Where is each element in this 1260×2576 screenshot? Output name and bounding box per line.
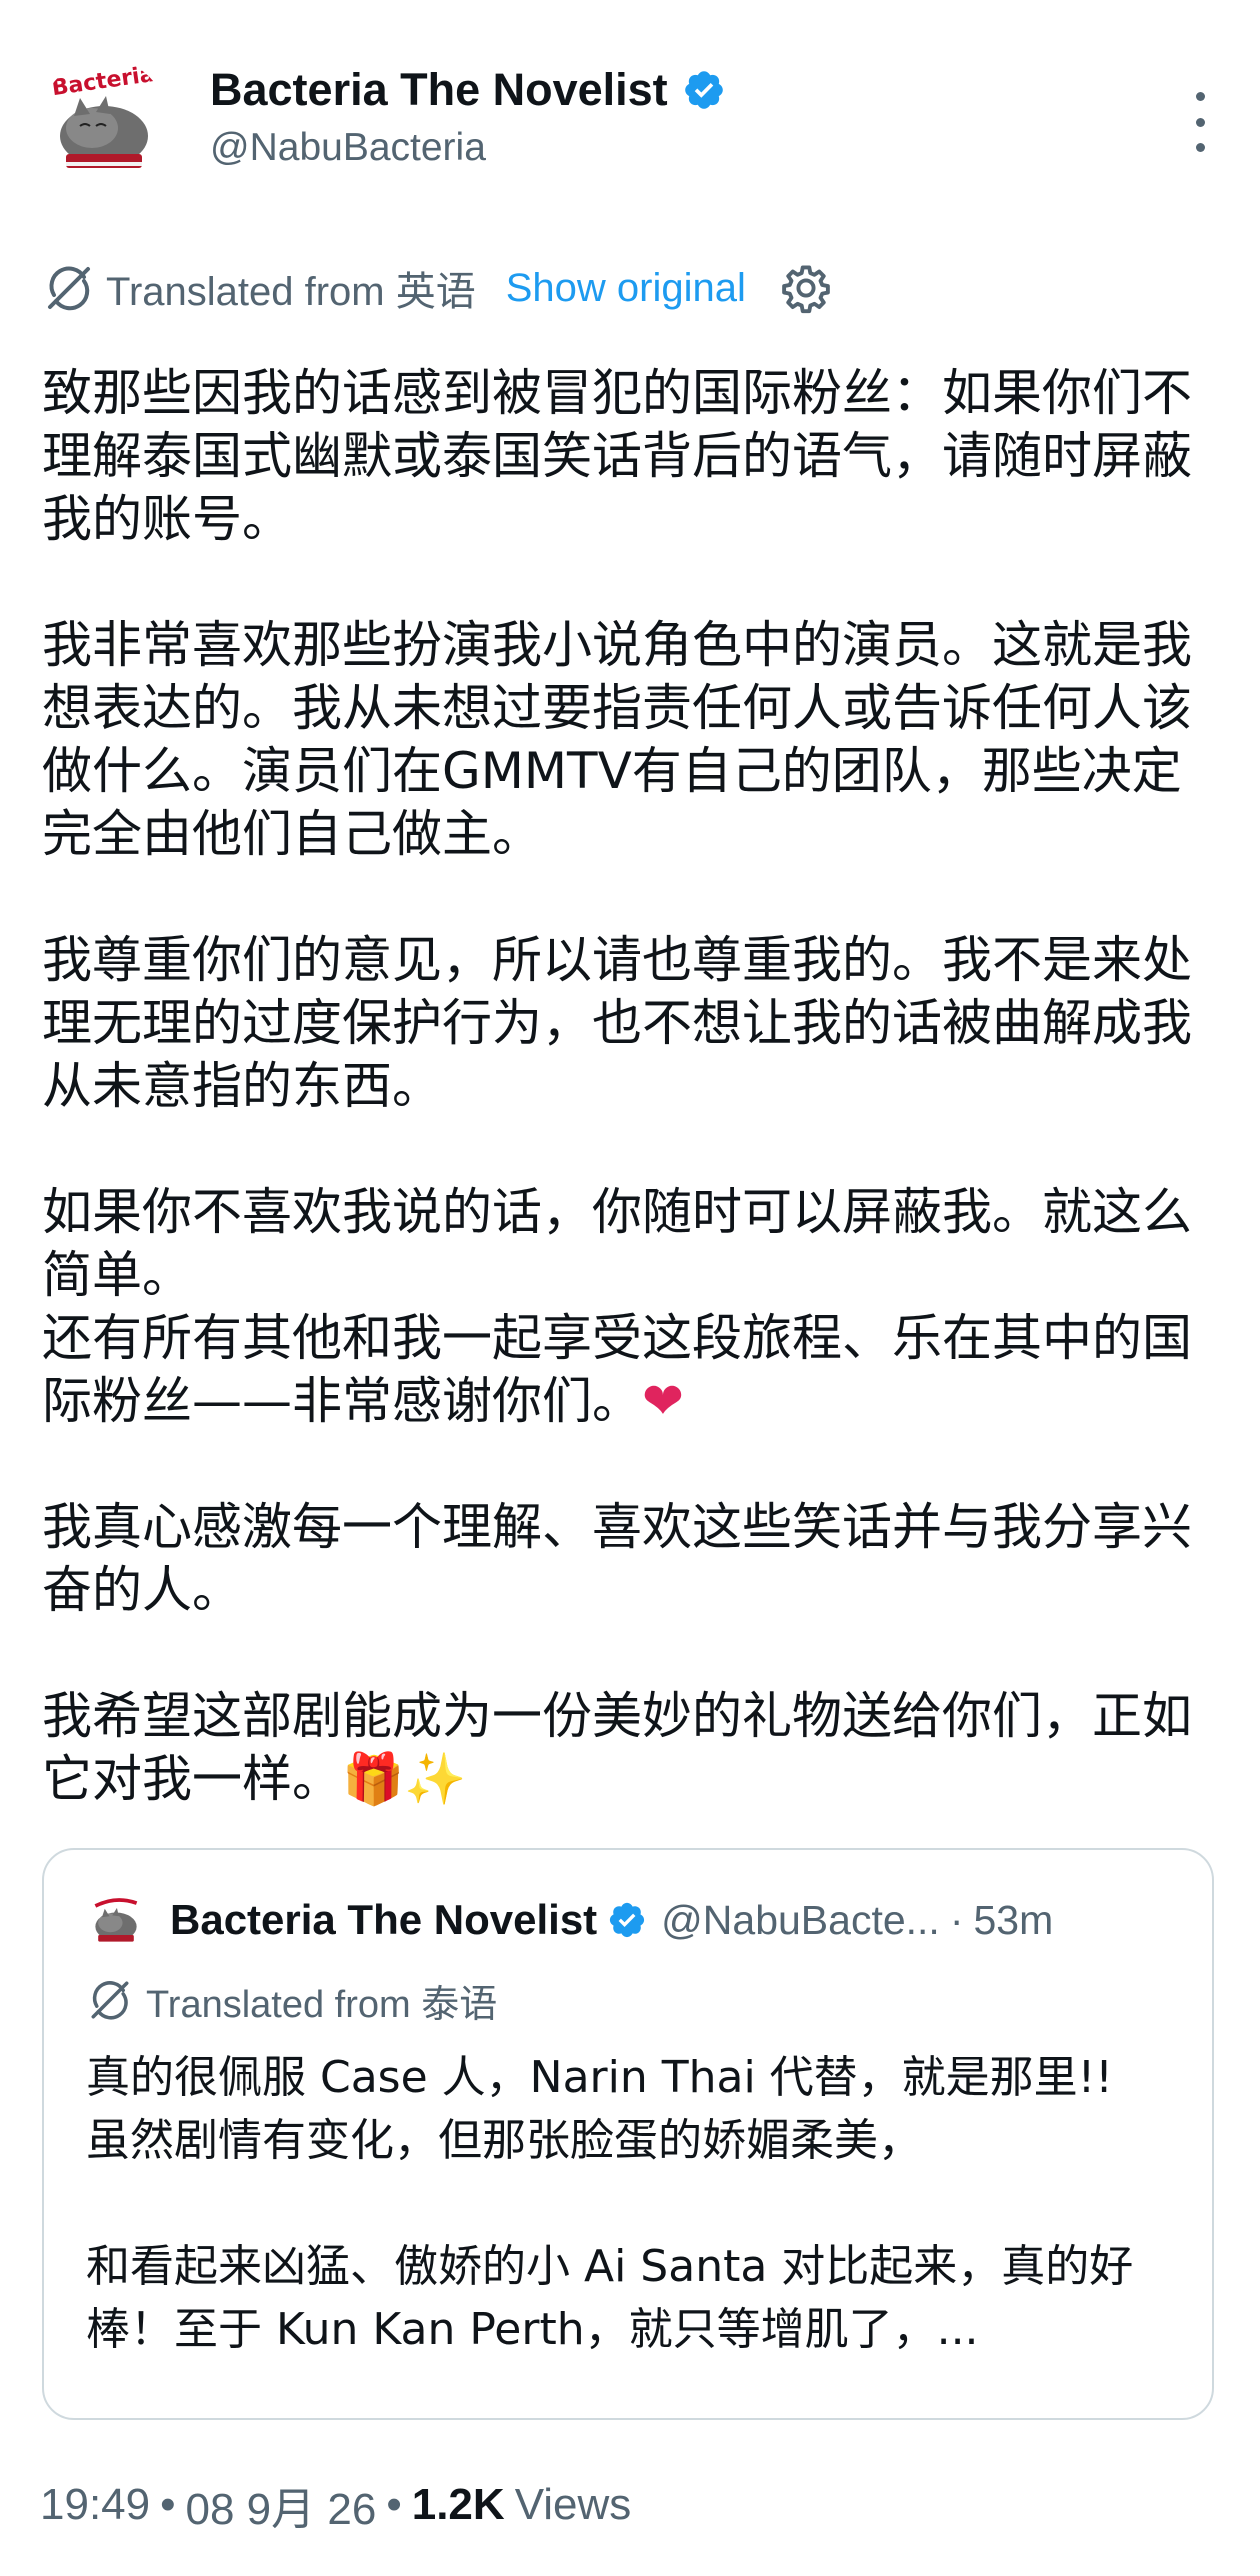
gift-emoji-icon: 🎁 [342, 1750, 405, 1808]
tweet-time[interactable]: 19:49 [40, 2480, 150, 2530]
sparkles-emoji-icon: ✨ [404, 1750, 467, 1808]
tweet-paragraph: 我真心感激每一个理解、喜欢这些笑话并与我分享兴奋的人。 [42, 1498, 1192, 1619]
tweet-paragraph-with-heart: 还有所有其他和我一起享受这段旅程、乐在其中的国际粉丝——非常感谢你们。❤ [42, 1307, 1222, 1433]
quoted-tweet-paragraph: 和看起来凶猛、傲娇的小 Ai Santa 对比起来，真的好棒！至于 Kun Ka… [86, 2241, 1134, 2355]
tweet-paragraph: 致那些因我的话感到被冒犯的国际粉丝：如果你们不理解泰国式幽默或泰国笑话背后的语气… [42, 364, 1192, 548]
author-handle[interactable]: @NabuBacteria [210, 126, 726, 170]
tweet-author-header: Bacteria Bacteria The Novelist @NabuBact… [40, 58, 1220, 198]
translation-bar: Translated from 英语 Show original [44, 258, 832, 318]
author-name-block: Bacteria The Novelist @NabuBacteria [210, 60, 726, 170]
avatar-cat-logo-icon: Bacteria [50, 62, 156, 168]
show-original-link[interactable]: Show original [506, 266, 746, 311]
quoted-author-name: Bacteria The Novelist [170, 1896, 598, 1943]
tweet-paragraph: 还有所有其他和我一起享受这段旅程、乐在其中的国际粉丝——非常感谢你们。 [42, 1309, 1192, 1430]
separator-dot: • [160, 2480, 176, 2529]
heart-emoji-icon: ❤ [642, 1372, 684, 1430]
quoted-author-handle: @NabuBacte... [661, 1896, 940, 1943]
separator-dot: • [386, 2480, 402, 2529]
tweet-date[interactable]: 08 9月 26 [186, 2473, 377, 2537]
author-display-name[interactable]: Bacteria The Novelist [210, 64, 668, 116]
quoted-tweet-text: 真的很佩服 Case 人，Narin Thai 代替，就是那里!! 虽然剧情有变… [86, 2046, 1176, 2361]
author-avatar[interactable]: Bacteria [40, 58, 168, 186]
tweet-text: 致那些因我的话感到被冒犯的国际粉丝：如果你们不理解泰国式幽默或泰国笑话背后的语气… [42, 362, 1222, 1811]
quoted-tweet-paragraph: 真的很佩服 Case 人，Narin Thai 代替，就是那里!! 虽然剧情有变… [86, 2052, 1113, 2166]
tweet-paragraph: 我尊重你们的意见，所以请也尊重我的。我不是来处理无理的过度保护行为，也不想让我的… [42, 931, 1192, 1115]
quoted-author-avatar [86, 1890, 146, 1950]
quoted-tweet-time: 53m [973, 1896, 1054, 1943]
tweet-paragraph-with-emoji: 我希望这部剧能成为一份美妙的礼物送给你们，正如它对我一样。🎁✨ [42, 1685, 1222, 1811]
quoted-translated-from-label: Translated from 泰语 [146, 1983, 498, 2026]
more-dots-icon [1195, 92, 1205, 101]
avatar-logo-text: Bacteria [50, 62, 156, 101]
views-label: Views [514, 2480, 632, 2529]
gear-icon[interactable] [780, 262, 832, 314]
translate-icon [48, 266, 90, 311]
verified-badge-icon [610, 1902, 645, 1938]
tweet-meta-row: 19:49 • 08 9月 26 • 1.2K Views [40, 2470, 631, 2540]
quoted-translation-bar: Translated from 泰语 [88, 1974, 497, 2026]
separator-dot: · [949, 1896, 964, 1943]
quoted-tweet-header: Bacteria The Novelist @NabuBacte... · 53… [86, 1890, 1053, 1950]
translate-icon [91, 1981, 129, 2020]
tweet-paragraph: 我非常喜欢那些扮演我小说角色中的演员。这就是我想表达的。我从未想过要指责任何人或… [42, 616, 1192, 863]
avatar-cat-logo-icon [94, 1898, 138, 1942]
verified-badge-icon [684, 71, 723, 109]
quoted-tweet-card[interactable]: Bacteria The Novelist @NabuBacte... · 53… [42, 1848, 1214, 2420]
translated-from-label: Translated from 英语 [106, 270, 476, 314]
tweet-paragraph: 如果你不喜欢我说的话，你随时可以屏蔽我。就这么简单。 [42, 1183, 1192, 1304]
views-count[interactable]: 1.2K [412, 2480, 505, 2530]
tweet-paragraph: 我希望这部剧能成为一份美妙的礼物送给你们，正如它对我一样。 [42, 1687, 1192, 1808]
tweet-detail-page: Bacteria Bacteria The Novelist @NabuBact… [0, 0, 1260, 2576]
more-options-button[interactable] [1180, 92, 1220, 152]
